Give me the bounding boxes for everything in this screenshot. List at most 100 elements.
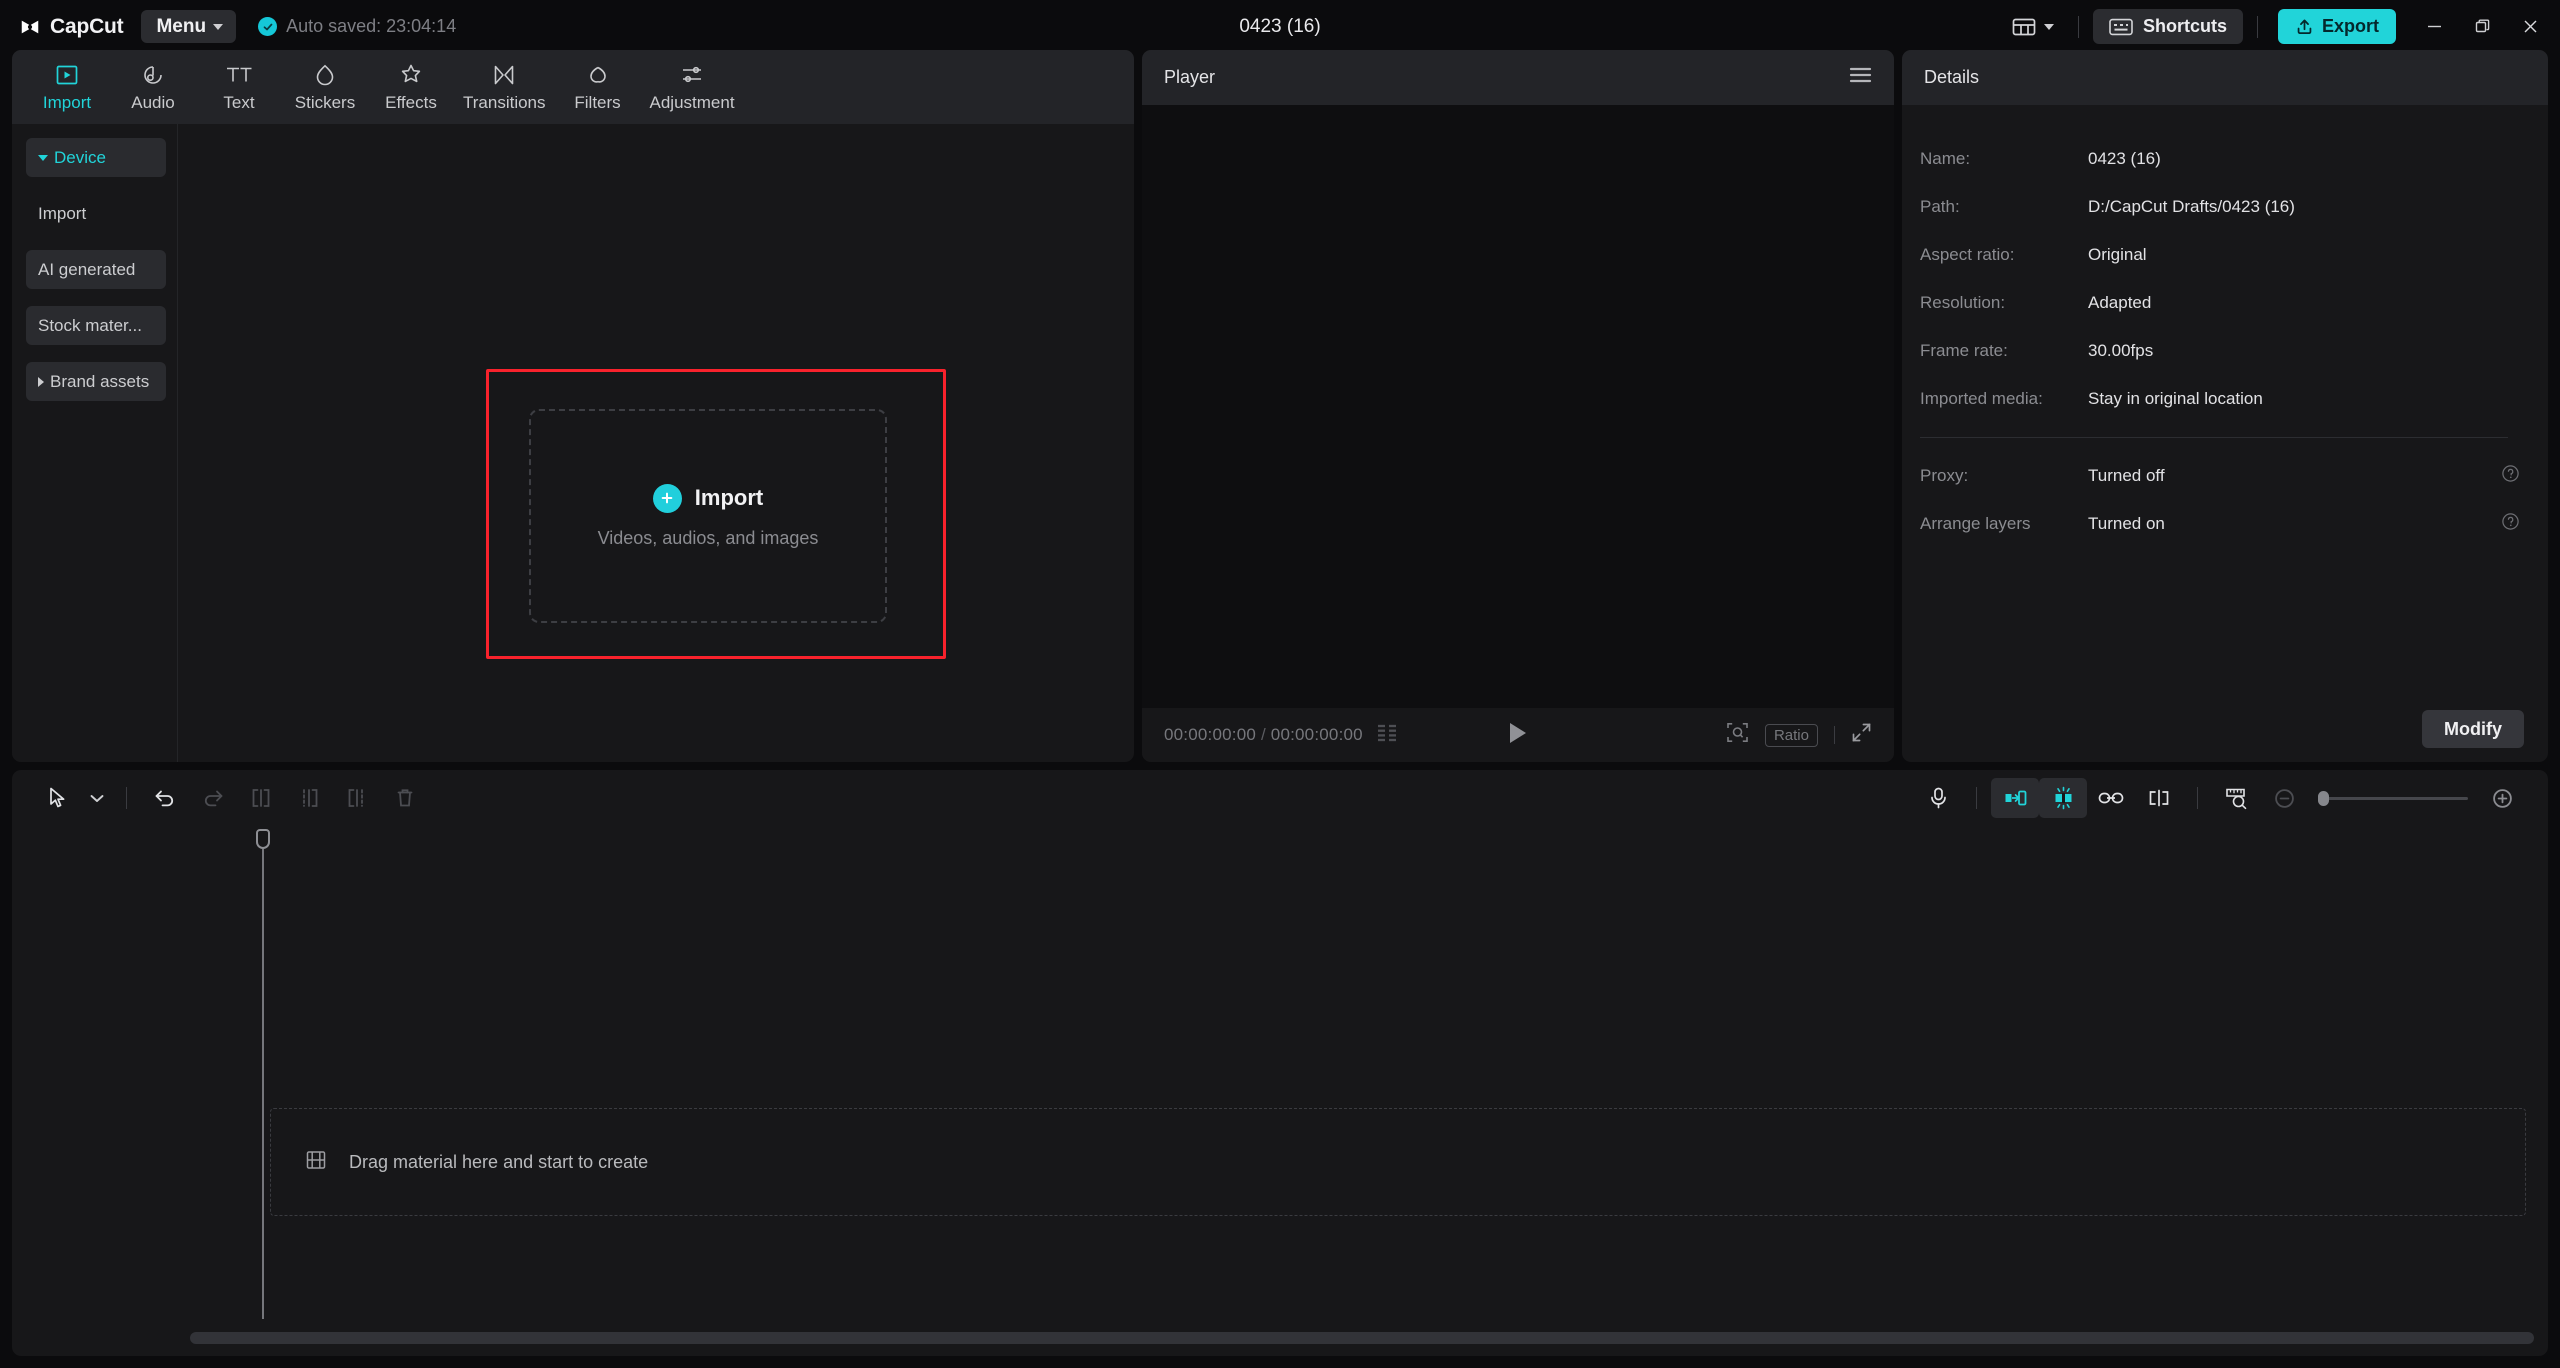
ratio-button[interactable]: Ratio — [1764, 723, 1818, 747]
question-circle-icon[interactable] — [2501, 512, 2520, 536]
adjustment-sliders-icon — [679, 61, 705, 88]
playhead-handle[interactable] — [256, 829, 270, 849]
chevron-right-icon — [38, 376, 44, 387]
chevron-down-icon — [2043, 23, 2054, 30]
details-body: Name: 0423 (16) Path: D:/CapCut Drafts/0… — [1902, 105, 2548, 696]
row-label: Arrange layers — [1920, 514, 2031, 533]
export-label: Export — [2321, 16, 2379, 36]
player-controls-bar: 00:00:00:00 / 00:00:00:00 Ratio — [1142, 708, 1894, 762]
zoom-in-button[interactable] — [2478, 778, 2526, 818]
sidebar-item-label: Stock mater... — [38, 315, 142, 335]
split-view-button[interactable] — [2135, 778, 2183, 818]
microphone-button[interactable] — [1914, 778, 1962, 818]
timeline-horizontal-scrollbar[interactable] — [190, 1332, 2534, 1344]
check-circle-icon — [258, 17, 278, 36]
player-stage[interactable] — [1142, 105, 1894, 708]
select-tool-dropdown[interactable] — [82, 778, 112, 818]
sidebar-item-ai-generated[interactable]: AI generated — [26, 250, 166, 289]
audio-note-icon — [140, 61, 166, 88]
hamburger-menu-icon[interactable] — [1849, 66, 1872, 89]
zoom-slider-handle[interactable] — [2318, 790, 2329, 806]
total-time: 00:00:00:00 — [1270, 725, 1363, 744]
tool-tabs: Import Audio Text Stickers Effects Trans… — [12, 50, 1134, 124]
shortcuts-button[interactable]: Shortcuts — [2092, 9, 2243, 44]
import-dropzone[interactable]: Import Videos, audios, and images — [529, 409, 887, 623]
export-button[interactable]: Export — [2277, 9, 2396, 44]
autosave-status: Auto saved: 23:04:14 — [258, 16, 456, 37]
timeline-left-tools — [34, 778, 429, 818]
timeline-empty-text: Drag material here and start to create — [349, 1151, 649, 1172]
tab-audio[interactable]: Audio — [110, 50, 196, 124]
trim-right-button[interactable] — [333, 778, 381, 818]
import-dropzone-title: Import — [694, 485, 764, 510]
row-label: Aspect ratio: — [1920, 245, 2015, 264]
close-button[interactable] — [2506, 7, 2554, 47]
tab-label: Audio — [131, 93, 175, 112]
layout-button[interactable] — [2002, 11, 2064, 43]
current-time: 00:00:00:00 — [1164, 725, 1257, 744]
tab-filters[interactable]: Filters — [555, 50, 641, 124]
media-side-nav: Device Import AI generated Stock mater..… — [12, 124, 177, 762]
timeline-toolbar — [12, 770, 2548, 826]
timeline-ruler[interactable] — [180, 826, 2548, 856]
tab-text[interactable]: Text — [196, 50, 282, 124]
select-cursor-tool[interactable] — [34, 778, 82, 818]
details-row-frame-rate: Frame rate: 30.00fps — [1920, 327, 2520, 375]
sidebar-item-stock-material[interactable]: Stock mater... — [26, 306, 166, 345]
delete-icon — [397, 789, 413, 807]
sidebar-item-import[interactable]: Import — [26, 194, 166, 233]
row-value: 0423 (16) — [2088, 149, 2161, 168]
redo-button[interactable] — [189, 778, 237, 818]
sidebar-item-label: Device — [54, 147, 106, 167]
divider — [2077, 15, 2079, 38]
tab-transitions[interactable]: Transitions — [454, 50, 555, 124]
zoom-out-button[interactable] — [2260, 778, 2308, 818]
ruler-preview-button[interactable] — [2212, 778, 2260, 818]
snap-to-edge-icon — [2005, 790, 2026, 806]
tab-import[interactable]: Import — [24, 50, 110, 124]
timeline-right-tools — [1914, 778, 2526, 818]
details-row-arrange-layers: Arrange layers Turned on — [1920, 500, 2520, 548]
timeline-empty-dropzone[interactable]: Drag material here and start to create — [270, 1108, 2526, 1216]
timeline-area[interactable]: Drag material here and start to create — [12, 826, 2548, 1356]
tab-stickers[interactable]: Stickers — [282, 50, 368, 124]
grid-frames-icon[interactable] — [1377, 724, 1398, 747]
media-content-area: Import Videos, audios, and images — [178, 124, 1134, 762]
tab-effects[interactable]: Effects — [368, 50, 454, 124]
row-value: Original — [2088, 245, 2147, 264]
playhead[interactable] — [256, 829, 270, 1319]
menu-button[interactable]: Menu — [141, 10, 237, 43]
link-icon — [2098, 792, 2124, 804]
magnetic-snap-button[interactable] — [2039, 778, 2087, 818]
snap-to-edge-button[interactable] — [1991, 778, 2039, 818]
sidebar-item-brand-assets[interactable]: Brand assets — [26, 362, 166, 401]
playhead-line — [262, 849, 264, 1319]
zoom-fit-icon[interactable] — [1726, 721, 1749, 749]
import-frame-icon — [54, 61, 80, 88]
row-value: Turned off — [2088, 466, 2165, 485]
player-panel: Player 00:00:00:00 / 00:00:00:00 Ratio — [1142, 50, 1894, 762]
link-button[interactable] — [2087, 778, 2135, 818]
split-icon — [252, 789, 270, 807]
brand-name: CapCut — [50, 14, 124, 38]
tab-adjustment[interactable]: Adjustment — [641, 50, 744, 124]
minimize-button[interactable] — [2410, 7, 2458, 47]
split-view-icon — [2149, 789, 2169, 807]
layout-grid-icon — [2012, 18, 2036, 35]
modify-button[interactable]: Modify — [2422, 710, 2524, 748]
titlebar-right-controls: Shortcuts Export — [2002, 0, 2560, 53]
import-dropzone-subtitle: Videos, audios, and images — [597, 527, 819, 548]
play-icon[interactable] — [1507, 721, 1529, 750]
trim-left-button[interactable] — [285, 778, 333, 818]
fullscreen-icon[interactable] — [1851, 722, 1872, 748]
question-circle-icon[interactable] — [2501, 464, 2520, 488]
maximize-button[interactable] — [2458, 7, 2506, 47]
details-panel: Details Name: 0423 (16) Path: D:/CapCut … — [1902, 50, 2548, 762]
delete-button[interactable] — [381, 778, 429, 818]
zoom-out-icon — [2274, 788, 2294, 808]
undo-button[interactable] — [141, 778, 189, 818]
zoom-slider[interactable] — [2318, 790, 2468, 806]
split-button[interactable] — [237, 778, 285, 818]
sidebar-item-device[interactable]: Device — [26, 138, 166, 177]
divider — [1976, 787, 1977, 809]
